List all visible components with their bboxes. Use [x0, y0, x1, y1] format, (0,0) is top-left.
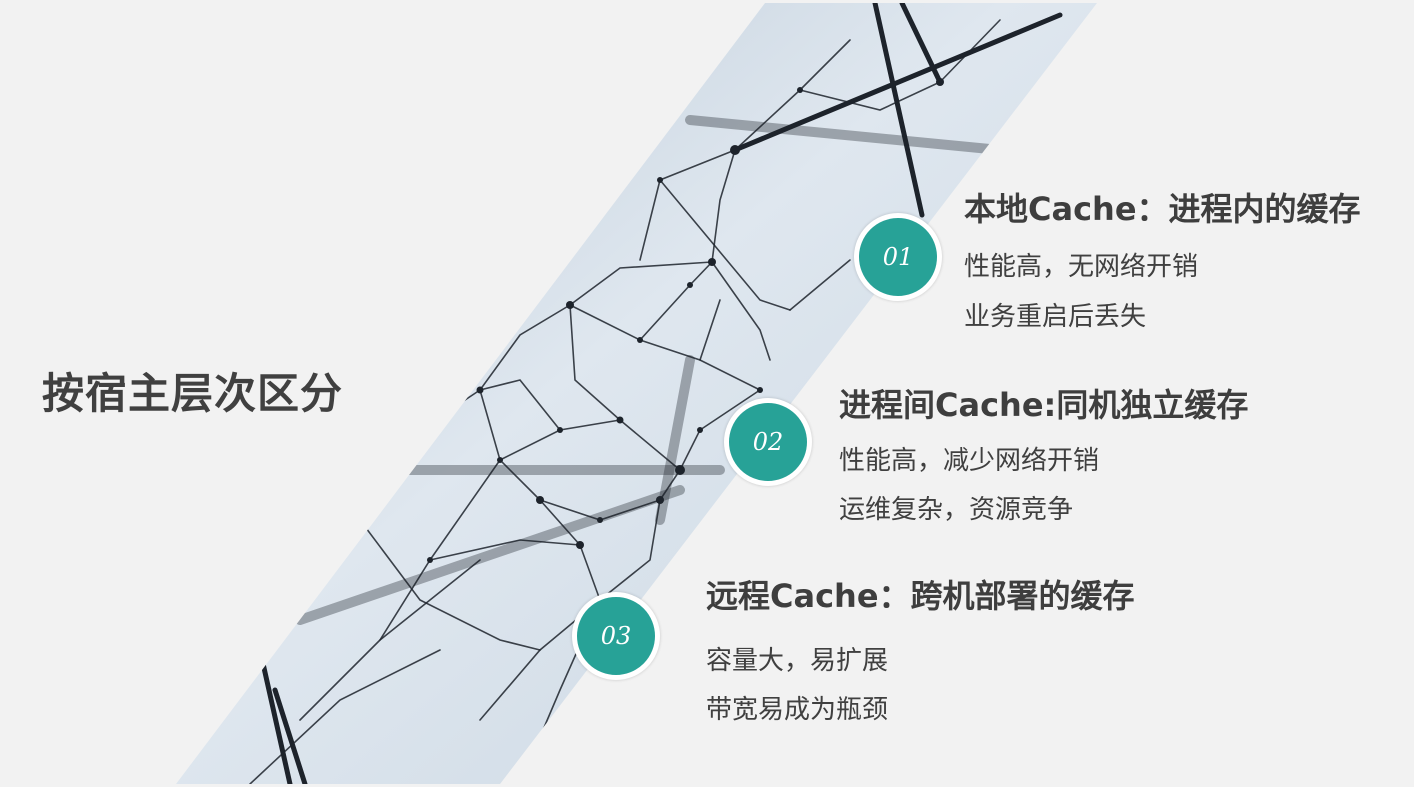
item-line-03-1: 容量大，易扩展 [706, 646, 889, 676]
slide: 按宿主层次区分 01 本地Cache：进程内的缓存 性能高，无网络开销 业务重启… [0, 0, 1414, 787]
page-title: 按宿主层次区分 [42, 369, 344, 418]
item-title-02: 进程间Cache:同机独立缓存 [839, 386, 1249, 424]
item-number-badge-03: 03 [572, 592, 660, 680]
item-line-02-1: 性能高，减少网络开销 [839, 446, 1100, 476]
item-title-01: 本地Cache：进程内的缓存 [964, 190, 1361, 228]
item-line-02-2: 运维复杂，资源竞争 [839, 495, 1074, 525]
item-title-03: 远程Cache：跨机部署的缓存 [706, 577, 1135, 615]
item-line-03-2: 带宽易成为瓶颈 [706, 695, 889, 725]
item-line-01-2: 业务重启后丢失 [964, 302, 1147, 332]
item-number-badge-01: 01 [854, 213, 942, 301]
item-number-badge-02: 02 [724, 398, 812, 486]
item-line-01-1: 性能高，无网络开销 [964, 252, 1199, 282]
